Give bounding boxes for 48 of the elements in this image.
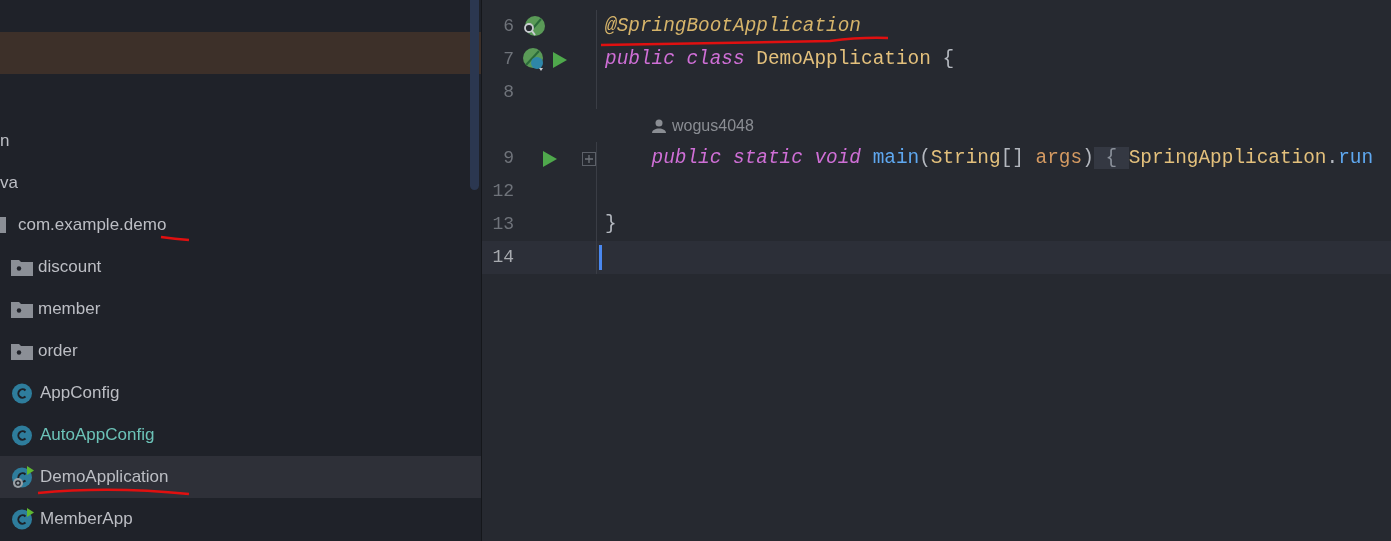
line-number: 12 — [492, 180, 514, 203]
folder-icon — [11, 342, 33, 360]
spring-search-icon[interactable] — [522, 15, 546, 38]
code-line: public class DemoApplication { — [605, 49, 955, 70]
line-number: 13 — [492, 213, 514, 236]
person-icon — [652, 118, 666, 133]
class-icon — [11, 423, 35, 447]
tree-item[interactable]: member — [0, 288, 481, 330]
run-icon[interactable] — [552, 50, 568, 69]
run-icon[interactable] — [542, 149, 558, 168]
tree-item-label: AppConfig — [40, 382, 120, 405]
class-icon — [11, 381, 35, 405]
scrollbar-thumb[interactable] — [470, 0, 479, 190]
code-line: @SpringBootApplication — [605, 16, 861, 37]
spring-bean-icon[interactable] — [522, 47, 546, 72]
tree-item-label: order — [38, 340, 78, 363]
tree-item[interactable]: n — [0, 120, 481, 162]
code-line: public static void main(String[] args) { SpringApplication.run — [650, 148, 1374, 169]
tree-item-label: MemberApp — [40, 508, 133, 531]
tree-item[interactable]: MemberApp — [0, 498, 481, 540]
tree-item-label: discount — [38, 256, 102, 279]
author-hint[interactable]: wogus4048 — [672, 113, 754, 138]
tree-item-label: com.example.demo — [18, 214, 167, 237]
tree-item[interactable]: va — [0, 162, 481, 204]
package-icon — [0, 217, 6, 233]
code-line: } — [605, 214, 617, 235]
runnable-class-icon — [11, 507, 35, 531]
line-number: 9 — [503, 147, 514, 170]
spring-class-icon — [11, 465, 35, 489]
tree-item[interactable]: AutoAppConfig — [0, 414, 481, 456]
folder-icon — [11, 258, 33, 276]
tree-item[interactable]: discount — [0, 246, 481, 288]
handwritten-underline — [160, 235, 190, 242]
line-number: 14 — [492, 246, 514, 269]
tree-item-label: va — [0, 172, 18, 195]
tree-item-label: AutoAppConfig — [40, 424, 155, 447]
line-number: 8 — [503, 81, 514, 104]
tree-item-label: DemoApplication — [40, 466, 169, 489]
folder-icon — [11, 300, 33, 318]
line-number: 6 — [503, 15, 514, 38]
tree-item[interactable]: com.example.demo — [0, 204, 481, 246]
tree-item[interactable]: DemoApplication — [0, 456, 481, 498]
tree-item[interactable]: AppConfig — [0, 372, 481, 414]
line-number: 7 — [503, 48, 514, 71]
tree-item-label: n — [0, 130, 10, 153]
tree-item-label: member — [38, 298, 101, 321]
text-caret — [599, 245, 602, 270]
tree-item[interactable]: order — [0, 330, 481, 372]
